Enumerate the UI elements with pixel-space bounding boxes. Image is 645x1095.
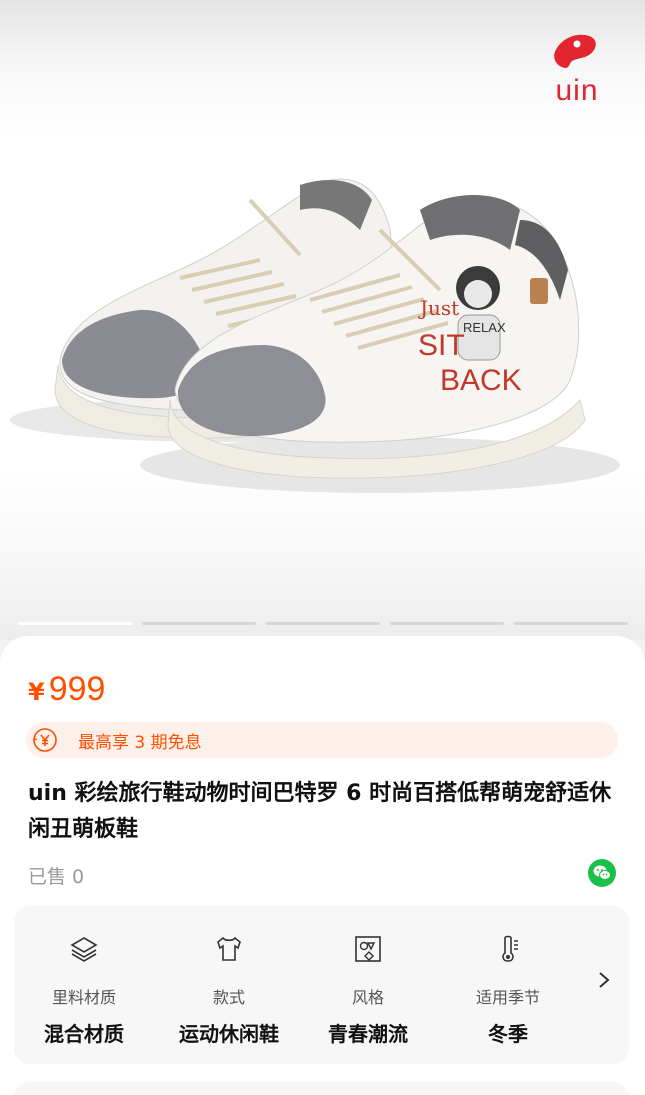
attribute-label: 适用季节 — [475, 988, 540, 1007]
brand-mark-icon — [554, 34, 596, 68]
attribute-value: 运动休闲鞋 — [179, 1022, 279, 1046]
brand-logo-text: uin — [555, 74, 599, 107]
sold-count: 已售 0 — [28, 866, 85, 888]
attribute-label: 里料材质 — [51, 988, 116, 1007]
next-section-card — [14, 1082, 629, 1095]
shoe-graphic-back: BACK — [440, 364, 522, 397]
layers-icon — [70, 937, 98, 962]
price-value: 999 — [48, 670, 106, 708]
yen-coin-icon — [33, 728, 57, 752]
chevron-right-icon[interactable] — [597, 970, 611, 990]
thermometer-icon — [502, 935, 518, 962]
shapes-icon — [355, 936, 381, 962]
promo-text: 最高享 3 期免息 — [78, 732, 202, 753]
price-currency: ¥ — [28, 678, 45, 706]
attribute-season[interactable]: 适用季节 冬季 — [438, 906, 578, 1064]
product-attributes[interactable]: 里料材质 混合材质 款式 运动休闲鞋 风格 青春潮流 适用季节 冬季 — [14, 906, 629, 1064]
brand-logo: uin — [547, 28, 607, 112]
installment-promo-banner[interactable]: 最高享 3 期免息 — [26, 722, 618, 758]
price: ¥ 999 — [28, 670, 105, 709]
wechat-icon — [593, 865, 611, 880]
shirt-icon — [217, 936, 241, 961]
carousel-dot — [18, 622, 132, 625]
carousel-indicator — [18, 622, 628, 626]
product-info-card: ¥ 999 最高享 3 期免息 uin 彩绘旅行鞋动物时间巴特罗 6 时尚百搭低… — [0, 636, 645, 1095]
shoe-graphic-just: Just — [418, 296, 459, 320]
attribute-value: 冬季 — [488, 1022, 528, 1046]
attribute-style[interactable]: 风格 青春潮流 — [298, 906, 438, 1064]
product-title: uin 彩绘旅行鞋动物时间巴特罗 6 时尚百搭低帮萌宠舒适休闲丑萌板鞋 — [28, 781, 612, 842]
shoe-graphic-relax: RELAX — [463, 320, 506, 335]
shoe-photo: Just SIT RELAX BACK — [10, 178, 620, 493]
carousel-dot — [390, 622, 504, 625]
carousel-dot — [266, 622, 380, 625]
carousel-dot — [142, 622, 256, 625]
attribute-value: 青春潮流 — [328, 1022, 408, 1046]
wechat-share-button[interactable] — [588, 859, 616, 887]
product-image-carousel[interactable]: uin Just SIT RELAX BACK — [0, 0, 645, 640]
attribute-label: 款式 — [212, 988, 245, 1007]
attribute-style-type[interactable]: 款式 运动休闲鞋 — [159, 906, 299, 1064]
shoe-graphic-sit: SIT — [418, 329, 465, 362]
attribute-value: 混合材质 — [44, 1022, 124, 1046]
attribute-label: 风格 — [351, 988, 384, 1007]
carousel-dot — [514, 622, 628, 625]
attribute-lining-material[interactable]: 里料材质 混合材质 — [14, 906, 154, 1064]
